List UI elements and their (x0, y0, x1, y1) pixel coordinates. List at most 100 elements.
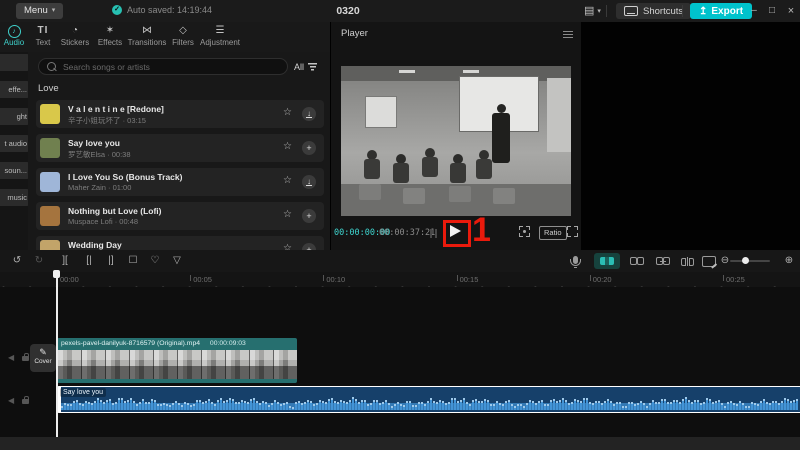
split-icon[interactable]: ][ (56, 250, 74, 272)
song-card[interactable]: Say love you罗艺敏Elsa · 00:38☆+ (36, 134, 324, 162)
song-card[interactable]: I Love You So (Bonus Track)Maher Zain · … (36, 168, 324, 196)
tab-stickers[interactable]: ◔ Stickers (58, 24, 92, 47)
export-button[interactable]: ↥ Export (690, 3, 752, 19)
song-card[interactable]: V a l e n t i n e [Redone]辛子小姐玩坏了 · 03:1… (36, 100, 324, 128)
favorite-star-icon[interactable]: ☆ (283, 141, 292, 152)
song-card[interactable]: Nothing but Love (Lofi)Muspace Lofi · 00… (36, 202, 324, 230)
mask-icon[interactable]: ▽ (168, 250, 186, 272)
zoom-slider-icon[interactable] (728, 250, 772, 272)
minimize-button[interactable]: – (746, 2, 762, 20)
song-card[interactable]: Wedding Day☆+ (36, 236, 324, 250)
filter-button[interactable]: All (294, 59, 317, 74)
sidebar-item[interactable]: t audio (0, 135, 30, 152)
audience-body (450, 163, 466, 183)
album-art (40, 172, 60, 192)
song-artist: 辛子小姐玩坏了 · 03:15 (68, 115, 146, 126)
song-list: V a l e n t i n e [Redone]辛子小姐玩坏了 · 03:1… (36, 100, 324, 250)
main-track-magnet-icon[interactable] (594, 253, 620, 269)
annotation-box (443, 220, 471, 247)
mirror-icon[interactable]: ♡ (146, 250, 164, 272)
tab-transitions[interactable]: ⋈ Transitions (126, 24, 168, 47)
transitions-icon: ⋈ (126, 24, 168, 37)
shortcuts-label: Shortcuts (643, 6, 683, 17)
linkage-icon[interactable] (654, 250, 672, 272)
export-icon: ↥ (699, 6, 707, 17)
ratio-button[interactable]: Ratio (539, 226, 567, 240)
sidebar-item[interactable]: music (0, 189, 30, 206)
video-clip[interactable]: pexels-pavel-danilyuk-8716579 (Original)… (57, 338, 297, 383)
video-editor-app: Menu ▾ ✓ Auto saved: 14:19:44 0320 ▤ ▾ S… (0, 0, 800, 450)
empty-workspace (581, 22, 800, 250)
pencil-icon: ✎ (30, 346, 56, 358)
pause-icon[interactable] (430, 229, 437, 238)
search-bar[interactable] (38, 58, 288, 75)
favorite-star-icon[interactable]: ☆ (283, 209, 292, 220)
preview-axis-icon[interactable] (678, 250, 696, 272)
video-clip-filename: pexels-pavel-danilyuk-8716579 (Original)… (61, 340, 200, 347)
song-artist: 罗艺敏Elsa · 00:38 (68, 149, 131, 160)
fullscreen-icon[interactable] (567, 226, 578, 237)
music-panel: All Love V a l e n t i n e [Redone]辛子小姐玩… (28, 52, 330, 250)
download-button[interactable]: ↓ (302, 175, 316, 189)
download-button[interactable]: ↓ (302, 107, 316, 121)
auto-snap-icon[interactable] (628, 250, 646, 272)
adjustment-icon: ☰ (196, 24, 244, 37)
sidebar-item[interactable] (0, 54, 30, 71)
ruler-tick (590, 275, 591, 281)
tab-effects[interactable]: ✶ Effects (92, 24, 128, 47)
add-to-track-button[interactable]: + (302, 141, 316, 155)
tab-adjustment[interactable]: ☰ Adjustment (196, 24, 244, 47)
favorite-star-icon[interactable]: ☆ (283, 107, 292, 118)
layout-toggle-button[interactable]: ▤ ▾ (584, 4, 601, 17)
add-to-track-button[interactable]: + (302, 209, 316, 223)
left-sidebar: effe... ght t audio soun... music (0, 52, 28, 250)
delete-icon[interactable]: ☐ (124, 250, 142, 272)
video-preview[interactable] (341, 66, 571, 216)
album-art (40, 104, 60, 124)
album-art (40, 206, 60, 226)
sidebar-item[interactable]: ght (0, 108, 30, 125)
maximize-button[interactable]: □ (764, 2, 780, 20)
cover-button[interactable]: ✎ Cover (30, 344, 56, 372)
ruler-tick (723, 275, 724, 281)
ruler-tick (323, 275, 324, 281)
song-title: Nothing but Love (Lofi) (68, 206, 161, 216)
timeline-ruler[interactable]: 00:0000:0500:1000:1500:2000:25 (0, 272, 800, 287)
split-left-icon[interactable]: [| (80, 250, 98, 272)
split-right-icon[interactable]: |] (102, 250, 120, 272)
tab-text[interactable]: TI Text (29, 24, 57, 47)
tab-audio[interactable]: ♪ Audio (0, 24, 28, 47)
search-icon (47, 62, 56, 71)
playhead-handle[interactable] (53, 270, 60, 278)
shortcuts-button[interactable]: Shortcuts (616, 3, 691, 19)
sidebar-item[interactable]: effe... (0, 81, 30, 98)
filter-label: All (294, 62, 304, 72)
close-button[interactable]: × (783, 2, 799, 20)
video-track-mute-icon[interactable]: ◀ (8, 353, 14, 362)
audio-clip-label: Say love you (60, 388, 106, 397)
song-artist: Maher Zain · 01:00 (68, 183, 131, 192)
timeline-toolbar: ↺↻][[||]☐♡▽⊖⊕ (0, 250, 800, 273)
redo-icon[interactable]: ↻ (30, 250, 48, 272)
export-label: Export (711, 6, 743, 17)
menu-button[interactable]: Menu ▾ (16, 3, 63, 19)
favorite-star-icon[interactable]: ☆ (283, 243, 292, 250)
video-clip-footer (57, 379, 297, 383)
undo-icon[interactable]: ↺ (8, 250, 26, 272)
search-input[interactable] (61, 61, 279, 73)
keyboard-icon (624, 6, 638, 16)
zoom-in-icon[interactable]: ⊕ (780, 250, 798, 272)
audio-clip[interactable]: Say love you (57, 386, 800, 413)
audio-track-lock-icon[interactable] (22, 399, 29, 404)
tab-filters[interactable]: ◇ Filters (166, 24, 200, 47)
chevron-down-icon: ▾ (52, 3, 56, 19)
sidebar-item[interactable]: soun... (0, 162, 30, 179)
microphone-icon[interactable] (566, 250, 584, 272)
media-tab-bar: ♪ Audio TI Text ◔ Stickers ✶ Effects ⋈ T… (0, 22, 330, 52)
add-to-track-button[interactable]: + (302, 243, 316, 250)
audio-track-mute-icon[interactable]: ◀ (8, 396, 14, 405)
video-track-lock-icon[interactable] (22, 356, 29, 361)
snapshot-icon[interactable] (519, 226, 530, 237)
favorite-star-icon[interactable]: ☆ (283, 175, 292, 186)
player-menu-icon[interactable] (563, 31, 573, 32)
